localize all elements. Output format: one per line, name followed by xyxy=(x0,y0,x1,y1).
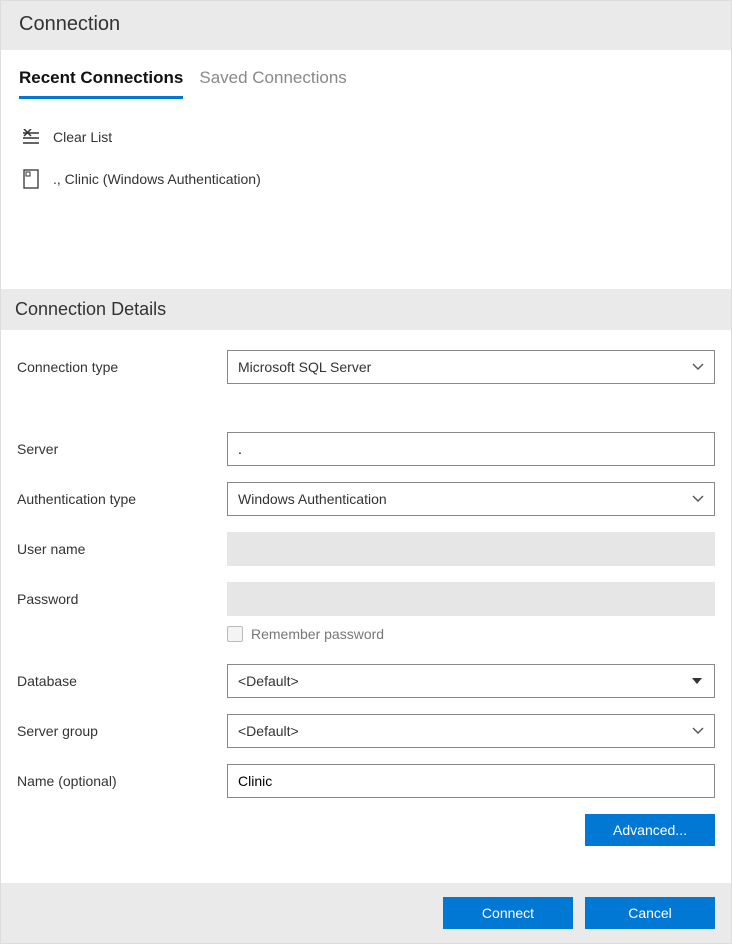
chevron-down-icon xyxy=(692,727,704,735)
auth-type-label: Authentication type xyxy=(17,491,227,507)
database-value: <Default> xyxy=(238,673,299,689)
name-input[interactable] xyxy=(227,764,715,798)
auth-type-value: Windows Authentication xyxy=(238,491,387,507)
tabs: Recent Connections Saved Connections xyxy=(1,50,731,99)
connection-type-value: Microsoft SQL Server xyxy=(238,359,371,375)
caret-down-icon xyxy=(692,678,702,684)
connect-button[interactable]: Connect xyxy=(443,897,573,929)
recent-connection-label: ., Clinic (Windows Authentication) xyxy=(53,171,261,187)
clear-list-button[interactable]: Clear List xyxy=(19,121,713,153)
connection-details-form: Connection type Microsoft SQL Server Ser… xyxy=(1,330,731,866)
tab-saved-connections[interactable]: Saved Connections xyxy=(199,68,346,99)
name-label: Name (optional) xyxy=(17,773,227,789)
password-input xyxy=(227,582,715,616)
chevron-down-icon xyxy=(692,363,704,371)
cancel-button[interactable]: Cancel xyxy=(585,897,715,929)
footer-buttons: Connect Cancel xyxy=(1,883,731,943)
clear-list-label: Clear List xyxy=(53,129,112,145)
panel-title: Connection xyxy=(1,1,731,50)
clear-list-icon xyxy=(21,127,41,147)
remember-password-label: Remember password xyxy=(251,626,384,642)
recent-connections-list: Clear List ., Clinic (Windows Authentica… xyxy=(1,99,731,289)
database-select[interactable]: <Default> xyxy=(227,664,715,698)
details-header: Connection Details xyxy=(1,289,731,330)
auth-type-select[interactable]: Windows Authentication xyxy=(227,482,715,516)
password-label: Password xyxy=(17,591,227,607)
server-group-select[interactable]: <Default> xyxy=(227,714,715,748)
username-label: User name xyxy=(17,541,227,557)
remember-password-checkbox xyxy=(227,626,243,642)
connection-type-select[interactable]: Microsoft SQL Server xyxy=(227,350,715,384)
server-group-value: <Default> xyxy=(238,723,299,739)
chevron-down-icon xyxy=(692,495,704,503)
advanced-button[interactable]: Advanced... xyxy=(585,814,715,846)
server-label: Server xyxy=(17,441,227,457)
tab-recent-connections[interactable]: Recent Connections xyxy=(19,68,183,99)
database-label: Database xyxy=(17,673,227,689)
server-input[interactable] xyxy=(227,432,715,466)
username-input xyxy=(227,532,715,566)
recent-connection-item[interactable]: ., Clinic (Windows Authentication) xyxy=(19,163,713,195)
server-icon xyxy=(21,169,41,189)
connection-type-label: Connection type xyxy=(17,359,227,375)
server-group-label: Server group xyxy=(17,723,227,739)
